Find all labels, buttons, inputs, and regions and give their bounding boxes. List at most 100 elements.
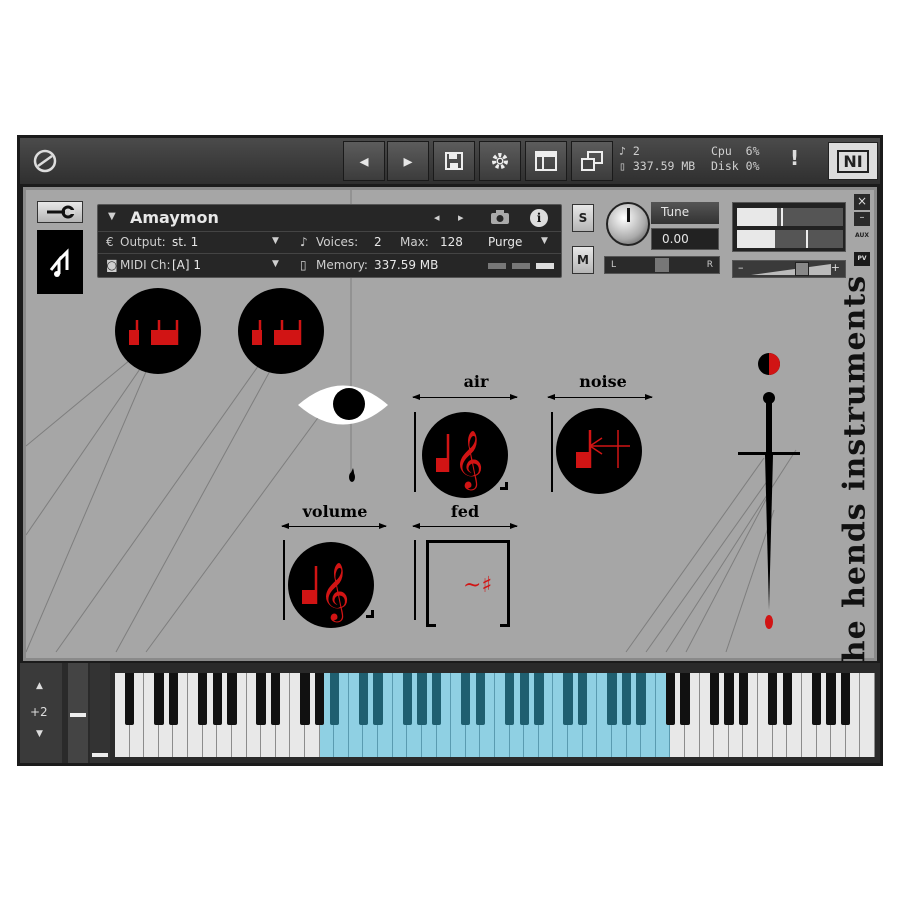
minimize-button[interactable]: –	[854, 212, 870, 226]
black-key[interactable]	[826, 673, 836, 725]
black-key[interactable]	[431, 673, 442, 725]
black-key[interactable]	[738, 673, 749, 725]
black-key[interactable]	[534, 673, 544, 725]
next-instrument-button[interactable]: ▸	[387, 141, 429, 181]
instrument-icon	[37, 230, 83, 294]
black-key[interactable]	[329, 673, 339, 725]
midi-dropdown-icon[interactable]: ▼	[272, 259, 279, 269]
volume-plus[interactable]: +	[831, 261, 840, 274]
black-key[interactable]	[198, 673, 208, 725]
save-icon	[445, 152, 463, 170]
air-range-indicator	[412, 394, 518, 400]
solo-button[interactable]: S	[572, 204, 594, 232]
black-key[interactable]	[475, 673, 486, 725]
black-key[interactable]	[680, 673, 690, 725]
black-key[interactable]	[227, 673, 237, 725]
fed-bracket	[414, 540, 416, 620]
ni-brand-label: NI	[837, 149, 869, 173]
black-key[interactable]	[417, 673, 427, 725]
pan-slider[interactable]: L R	[604, 256, 720, 274]
output-dropdown-icon[interactable]: ▼	[272, 236, 279, 246]
volume-minus[interactable]: –	[738, 261, 744, 274]
max-voices-value[interactable]: 128	[440, 235, 463, 249]
black-key[interactable]	[271, 673, 281, 725]
alert-button[interactable]: !	[790, 146, 799, 170]
octave-shift-value: +2	[30, 705, 48, 719]
black-key[interactable]	[358, 673, 369, 725]
black-key[interactable]	[314, 673, 325, 725]
aux-button[interactable]: AUX	[852, 230, 872, 242]
mute-button[interactable]: M	[572, 246, 594, 274]
purge-menu[interactable]: Purge	[488, 235, 522, 249]
kontakt-window: ◂ ▸ ♪ 2 ▯ 337.59 MB Cpu 6% Disk 0% ! NI …	[17, 135, 883, 766]
fed-box[interactable]: ~♯	[426, 540, 510, 627]
black-key[interactable]	[724, 673, 734, 725]
next-preset-icon[interactable]: ▸	[458, 211, 464, 224]
mod-wheel[interactable]	[90, 663, 110, 763]
noise-knob[interactable]	[556, 408, 642, 494]
pitch-wheel[interactable]	[68, 663, 88, 763]
black-key[interactable]	[811, 673, 822, 725]
black-key[interactable]	[212, 673, 222, 725]
black-key[interactable]	[256, 673, 266, 725]
instrument-name[interactable]: Amaymon	[130, 208, 219, 227]
note-knob-1[interactable]	[115, 288, 201, 374]
camera-icon[interactable]	[490, 210, 510, 228]
output-label: Output:	[120, 235, 166, 249]
voices-icon: ♪	[300, 235, 308, 249]
volume-knob[interactable]: 𝄞	[288, 542, 374, 628]
close-button[interactable]: ×	[854, 194, 870, 210]
performance-stats: ♪ 2 ▯ 337.59 MB Cpu 6% Disk 0%	[619, 144, 809, 180]
black-key[interactable]	[578, 673, 588, 725]
black-key[interactable]	[709, 673, 719, 725]
black-key[interactable]	[621, 673, 632, 725]
octave-control: ▲ +2 ▼	[20, 663, 62, 763]
resize-button[interactable]	[571, 141, 613, 181]
prev-instrument-button[interactable]: ◂	[343, 141, 385, 181]
info-icon[interactable]: i	[530, 209, 548, 227]
wrench-icon	[47, 205, 75, 219]
output-select[interactable]: st. 1	[172, 235, 198, 249]
cpu-label: Cpu	[711, 144, 732, 158]
black-key[interactable]	[519, 673, 529, 725]
black-key[interactable]	[782, 673, 792, 725]
purge-dropdown-icon[interactable]: ▼	[541, 236, 548, 246]
keyboard-area: ▲ +2 ▼	[20, 663, 880, 763]
black-key[interactable]	[841, 673, 851, 725]
black-key[interactable]	[768, 673, 778, 725]
black-key[interactable]	[124, 673, 135, 725]
black-key[interactable]	[300, 673, 310, 725]
note-knob-2[interactable]	[238, 288, 324, 374]
volume-slider[interactable]: – +	[732, 260, 846, 278]
black-key[interactable]	[636, 673, 646, 725]
black-key[interactable]	[373, 673, 383, 725]
ni-logo-icon[interactable]	[23, 141, 67, 181]
black-key[interactable]	[563, 673, 573, 725]
black-key[interactable]	[607, 673, 617, 725]
settings-button[interactable]	[479, 141, 521, 181]
black-key[interactable]	[402, 673, 412, 725]
prev-preset-icon[interactable]: ◂	[434, 211, 440, 224]
pan-handle[interactable]	[655, 258, 669, 272]
midi-channel-select[interactable]: [A] 1	[172, 258, 201, 272]
black-key[interactable]	[168, 673, 179, 725]
view-layout-button[interactable]	[525, 141, 567, 181]
voices-value[interactable]: 2	[374, 235, 382, 249]
black-key[interactable]	[154, 673, 164, 725]
pv-button[interactable]: PV	[854, 252, 870, 266]
save-button[interactable]	[433, 141, 475, 181]
black-key[interactable]	[665, 673, 676, 725]
volume-handle[interactable]	[795, 262, 809, 276]
octave-up-button[interactable]: ▲	[36, 681, 43, 691]
tune-knob[interactable]	[606, 202, 650, 246]
arrow-left-icon: ◂	[359, 150, 369, 172]
edit-instrument-button[interactable]	[37, 201, 83, 223]
white-key[interactable]	[860, 673, 875, 757]
ni-brand-logo[interactable]: NI	[828, 142, 878, 180]
tune-value[interactable]: 0.00	[651, 228, 719, 250]
air-knob[interactable]: 𝄞	[422, 412, 508, 498]
octave-down-button[interactable]: ▼	[36, 729, 43, 739]
black-key[interactable]	[504, 673, 515, 725]
black-key[interactable]	[461, 673, 471, 725]
collapse-icon[interactable]: ▼	[108, 211, 116, 222]
